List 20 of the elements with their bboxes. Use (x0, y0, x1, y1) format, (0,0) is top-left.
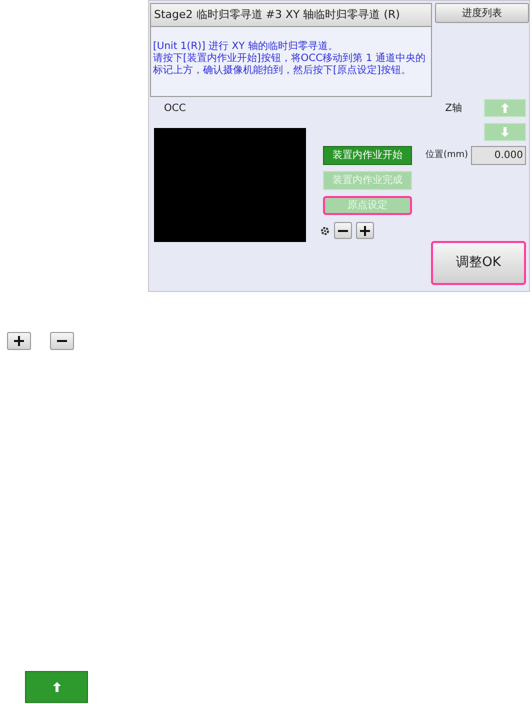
plus-icon (360, 226, 370, 236)
window-title: Stage2 临时归零寻道 #3 XY 轴临时归零寻道 (R) (150, 3, 432, 27)
message-text: [Unit 1(R)] 进行 XY 轴的临时归零寻道。 (153, 41, 339, 52)
up-arrow-icon (501, 103, 509, 113)
progress-list-button[interactable]: 进度列表 (435, 3, 529, 23)
plus-icon (14, 336, 24, 346)
gear-icon (320, 226, 330, 236)
message-text: 请按下[装置内作业开始]按钮，将OCC移动到第 1 通道中央的标记上方，确认摄像机能拍到，然后按下[原点设定]按钮。 (153, 53, 426, 77)
position-field[interactable]: 0.000 (471, 146, 526, 165)
minus-button[interactable] (50, 332, 74, 350)
position-label: 位置(mm) (425, 148, 468, 162)
work-button[interactable]: 装置内作业开始 (323, 146, 412, 165)
camera-label: OCC (164, 103, 187, 115)
minus-button[interactable] (334, 222, 352, 239)
plus-button[interactable] (356, 222, 374, 239)
adjust-ok-button[interactable]: 调整OK (431, 241, 526, 285)
z-axis-label: Z轴 (445, 102, 462, 116)
plus-button[interactable] (7, 332, 31, 350)
down-arrow-icon (501, 127, 509, 137)
up-arrow-icon (52, 682, 60, 692)
